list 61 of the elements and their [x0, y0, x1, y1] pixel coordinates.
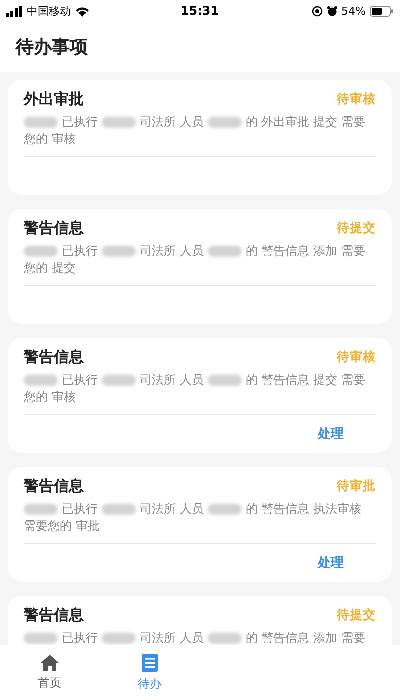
description-text: 已执行	[62, 630, 98, 645]
description-text: 的 警告信息 执法审核	[246, 501, 362, 518]
blurred-name	[24, 375, 58, 386]
description-text: 您的 审核	[24, 389, 76, 406]
clock-time: 15:31	[180, 4, 220, 18]
description-text: 已执行	[62, 243, 98, 260]
blurred-name	[24, 117, 58, 128]
description-text: 司法所 人员	[140, 372, 204, 389]
description-text: 司法所 人员	[140, 114, 204, 131]
description-text: 已执行	[62, 501, 98, 518]
task-title: 警告信息	[24, 606, 84, 625]
battery-percent: 54%	[342, 4, 366, 18]
task-card[interactable]: 警告信息 待提交 已执行 司法所 人员 的 警告信息 添加 需要 您的 提交	[8, 209, 392, 324]
description-text: 已执行	[62, 114, 98, 131]
blurred-name	[208, 375, 242, 386]
description-text: 您的 审核	[24, 131, 76, 148]
blurred-name	[102, 246, 136, 258]
alarm-icon	[326, 6, 338, 16]
battery-icon	[370, 6, 394, 16]
description-text: 司法所 人员	[140, 243, 204, 260]
blurred-name	[24, 633, 58, 644]
task-card[interactable]: 警告信息 待提交 已执行 司法所 人员 的 警告信息 添加 需要	[8, 596, 392, 645]
status-label: 待提交	[337, 607, 376, 624]
home-icon	[40, 654, 60, 672]
description-text: 的 警告信息 添加 需要	[246, 243, 366, 260]
description-text: 您的 提交	[24, 260, 76, 277]
blurred-name	[208, 117, 242, 128]
wifi-icon	[75, 6, 90, 16]
task-title: 警告信息	[24, 219, 84, 238]
blurred-name	[208, 633, 242, 644]
description-text: 的 外出审批 提交 需要	[246, 114, 366, 131]
list-icon	[141, 652, 159, 672]
task-title: 警告信息	[24, 348, 84, 367]
tab-item[interactable]: 首页	[0, 645, 100, 700]
status-label: 待审批	[337, 478, 376, 495]
blurred-name	[102, 117, 136, 128]
task-title: 警告信息	[24, 477, 84, 496]
carrier-name: 中国移动	[27, 4, 71, 18]
rotation-lock-icon	[312, 6, 323, 16]
description-text: 的 警告信息 添加 需要	[246, 630, 366, 645]
blurred-name	[24, 246, 58, 258]
blurred-name	[24, 504, 58, 516]
description-text: 司法所 人员	[140, 630, 204, 645]
status-label: 待审核	[337, 349, 376, 366]
blurred-name	[102, 375, 136, 386]
task-card[interactable]: 外出审批 待审核 已执行 司法所 人员 的 外出审批 提交 需要 您的 审核	[8, 80, 392, 195]
status-label: 待审核	[337, 91, 376, 108]
blurred-name	[102, 633, 136, 644]
description-text: 已执行	[62, 372, 98, 389]
page-title: 待办事项	[16, 36, 88, 59]
status-label: 待提交	[337, 220, 376, 237]
description-text: 司法所 人员	[140, 501, 204, 518]
task-card[interactable]: 警告信息 待审核 已执行 司法所 人员 的 警告信息 提交 需要 您的 审核 处理	[8, 338, 392, 453]
blurred-name	[208, 246, 242, 258]
description-text: 的 警告信息 提交 需要	[246, 372, 366, 389]
task-title: 外出审批	[24, 90, 84, 109]
blurred-name	[102, 504, 136, 516]
description-text: 需要您的 审批	[24, 518, 100, 535]
blurred-name	[208, 504, 242, 516]
task-card[interactable]: 警告信息 待审批 已执行 司法所 人员 的 警告信息 执法审核 需要您的 审批 处理	[8, 467, 392, 582]
signal-icon	[6, 6, 23, 16]
